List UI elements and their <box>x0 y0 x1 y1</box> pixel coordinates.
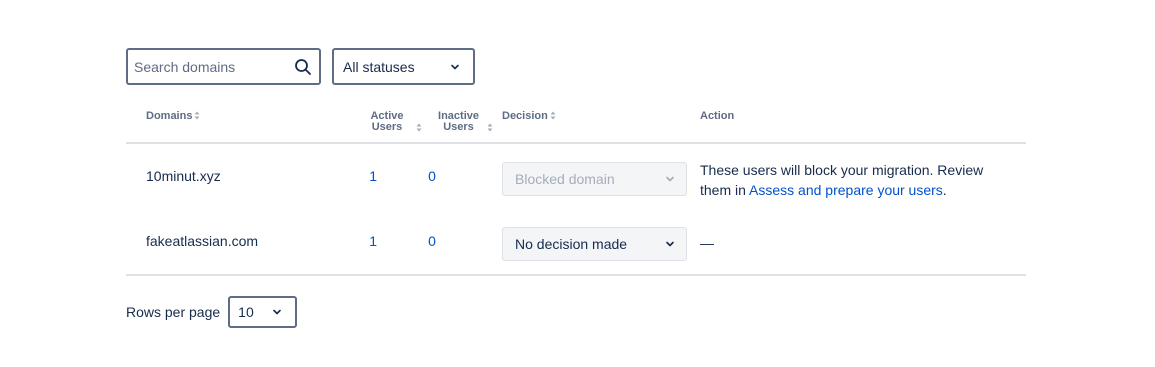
sort-icon <box>416 123 422 135</box>
decision-select-disabled: Blocked domain <box>502 162 687 196</box>
column-header-decision[interactable]: Decision <box>502 111 556 123</box>
sort-icon <box>194 111 200 123</box>
rows-per-page-label: Rows per page <box>126 304 221 320</box>
column-header-inactive-users[interactable]: Inactive Users <box>437 111 493 135</box>
decision-select[interactable]: No decision made <box>502 227 687 261</box>
action-cell: — <box>700 235 714 251</box>
action-cell: These users will block your migration. R… <box>700 160 1000 200</box>
decision-value: Blocked domain <box>515 171 615 187</box>
table-row: fakeatlassian.com 1 0 No decision made — <box>126 209 1026 274</box>
pagination: Rows per page 10 <box>126 296 298 328</box>
assess-prepare-users-link[interactable]: Assess and prepare your users <box>749 182 943 198</box>
domain-cell: 10minut.xyz <box>146 168 221 184</box>
table-body: 10minut.xyz 1 0 Blocked domain These use… <box>126 144 1026 276</box>
filter-bar: All statuses <box>126 48 475 85</box>
inactive-users-link[interactable]: 0 <box>422 168 442 184</box>
chevron-down-icon <box>664 238 676 250</box>
domain-cell: fakeatlassian.com <box>146 233 259 249</box>
table-row: 10minut.xyz 1 0 Blocked domain These use… <box>126 144 1026 209</box>
rows-per-page-select[interactable]: 10 <box>228 296 298 328</box>
search-box[interactable] <box>126 48 321 85</box>
column-header-action: Action <box>700 110 735 122</box>
decision-cell: No decision made <box>502 227 687 261</box>
chevron-down-icon <box>449 61 461 73</box>
active-users-link[interactable]: 1 <box>357 168 377 184</box>
active-users-link[interactable]: 1 <box>357 233 377 249</box>
chevron-down-icon <box>271 306 283 318</box>
decision-cell: Blocked domain <box>502 162 687 196</box>
rows-per-page-value: 10 <box>238 304 254 320</box>
action-text-suffix: . <box>942 182 947 198</box>
column-header-domains[interactable]: Domains <box>146 111 200 123</box>
table-header: Domains Active Users Inactive Users Deci… <box>126 106 1026 144</box>
search-input[interactable] <box>134 58 293 75</box>
sort-icon <box>487 123 493 135</box>
sort-icon <box>550 111 556 123</box>
status-filter-select[interactable]: All statuses <box>332 48 475 85</box>
status-filter-value: All statuses <box>343 58 415 75</box>
domains-table: Domains Active Users Inactive Users Deci… <box>126 106 1026 276</box>
column-header-active-users[interactable]: Active Users <box>370 111 422 135</box>
inactive-users-link[interactable]: 0 <box>422 233 442 249</box>
decision-value: No decision made <box>515 236 628 252</box>
search-icon[interactable] <box>293 57 313 77</box>
chevron-down-icon <box>664 173 676 185</box>
